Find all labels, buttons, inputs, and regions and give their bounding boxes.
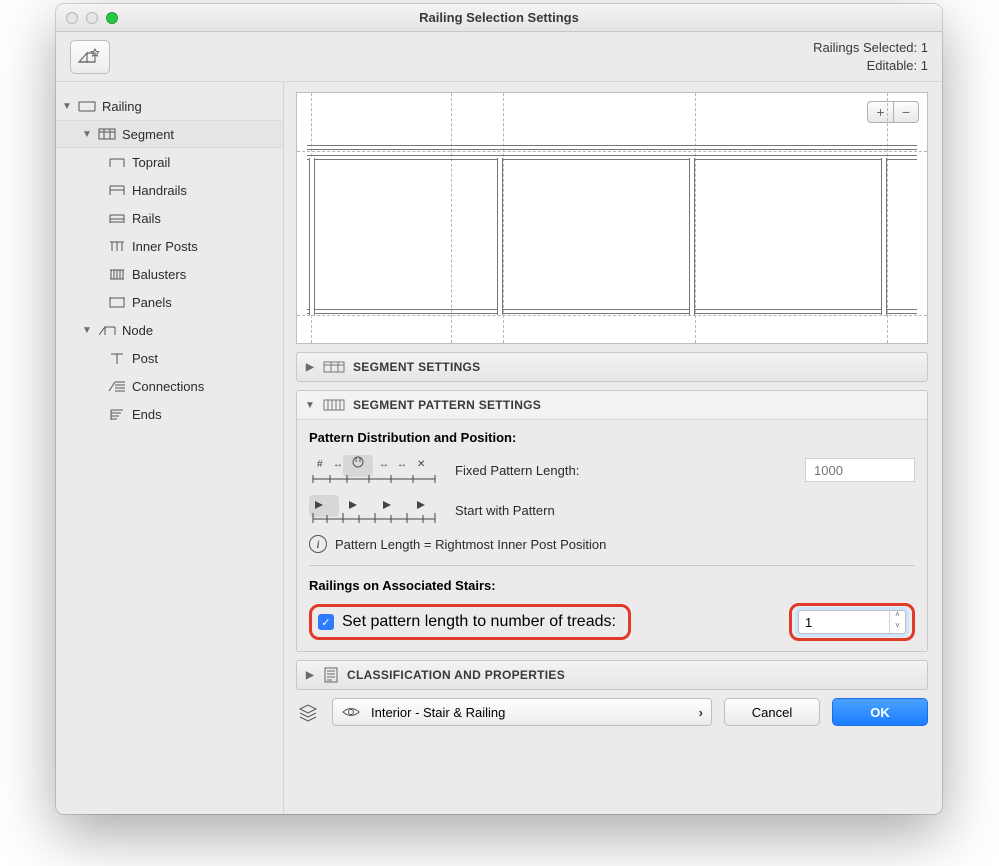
toprail-icon [106,154,128,170]
balusters-icon [106,266,128,282]
window-title: Railing Selection Settings [56,10,942,25]
dialog-window: Railing Selection Settings Railings Sele… [56,4,942,814]
main-panel: + − [284,82,942,814]
classification-icon [323,667,339,683]
svg-text:✕: ✕ [417,459,425,470]
checkbox-checked-icon: ✓ [318,614,334,630]
ok-button[interactable]: OK [832,698,928,726]
pattern-length-info-text: Pattern Length = Rightmost Inner Post Po… [335,537,606,552]
disclosure-icon: ▼ [82,325,92,336]
rails-icon [106,210,128,226]
railing-icon [76,98,98,114]
preview-zoom-buttons: + − [867,101,919,123]
tree-item-node[interactable]: ▼ Node [56,316,283,344]
fixed-pattern-length-input[interactable] [805,458,915,482]
start-with-pattern-label: Start with Pattern [455,503,915,518]
cancel-button[interactable]: Cancel [724,698,820,726]
segment-preview[interactable]: + − [296,92,928,344]
navigation-tree: ▼ Railing ▼ Segment T [56,82,284,814]
pattern-distribution-selector[interactable]: # ↔ ↔ ↔ ✕ [309,455,439,485]
segment-settings-section[interactable]: ▶ SEGMENT SETTINGS [296,352,928,382]
connections-icon [106,378,128,394]
tree-label: Railing [102,99,142,114]
svg-text:↔: ↔ [397,459,407,470]
divider [309,565,915,566]
chevron-down-icon: ▼ [305,400,315,411]
chevron-right-icon: ▶ [305,670,315,681]
tree-label: Toprail [132,155,170,170]
toolbar: Railings Selected: 1 Editable: 1 [56,32,942,82]
info-icon: i [309,535,327,553]
tree-label: Connections [132,379,204,394]
titlebar: Railing Selection Settings [56,4,942,32]
layer-combo[interactable]: Interior - Stair & Railing › [332,698,712,726]
tree-item-connections[interactable]: Connections [56,372,283,400]
classification-section[interactable]: ▶ CLASSIFICATION AND PROPERTIES [296,660,928,690]
tree-label: Rails [132,211,161,226]
section-title: CLASSIFICATION AND PROPERTIES [347,668,565,682]
assoc-stairs-label: Railings on Associated Stairs: [309,578,915,593]
tree-label: Balusters [132,267,186,282]
treads-count-input[interactable] [799,611,889,633]
panels-icon [106,294,128,310]
layers-icon [296,702,320,722]
eye-icon [341,705,361,719]
dialog-footer: Interior - Stair & Railing › Cancel OK [296,698,928,726]
tree-item-ends[interactable]: Ends [56,400,283,428]
treads-count-stepper[interactable]: ˄ ˅ [798,610,906,634]
favorites-button[interactable] [70,40,110,74]
segment-pattern-settings-header[interactable]: ▼ SEGMENT PATTERN SETTINGS [297,391,927,419]
tree-item-handrails[interactable]: Handrails [56,176,283,204]
pattern-settings-icon [323,398,345,412]
chevron-right-icon: ▶ [305,362,315,373]
svg-text:↔: ↔ [379,459,389,470]
editable-text: Editable: 1 [813,57,928,75]
zoom-out-button[interactable]: − [893,101,919,123]
tree-label: Handrails [132,183,187,198]
tree-item-rails[interactable]: Rails [56,204,283,232]
tree-label: Ends [132,407,162,422]
tree-item-railing[interactable]: ▼ Railing [56,92,283,120]
layer-name: Interior - Stair & Railing [371,705,505,720]
chevron-right-icon: › [699,705,703,720]
zoom-in-button[interactable]: + [867,101,893,123]
svg-text:↔: ↔ [333,459,343,470]
disclosure-icon: ▼ [62,101,72,112]
treads-count-highlight: ˄ ˅ [789,603,915,641]
set-pattern-length-checkbox[interactable]: ✓ Set pattern length to number of treads… [309,604,631,640]
tree-item-segment[interactable]: ▼ Segment [56,120,283,148]
ends-icon [106,406,128,422]
section-title: SEGMENT SETTINGS [353,360,480,374]
stepper-down-icon[interactable]: ˅ [890,622,905,633]
handrails-icon [106,182,128,198]
node-icon [96,322,118,338]
disclosure-icon: ▼ [82,129,92,140]
fixed-pattern-length-label: Fixed Pattern Length: [455,463,789,478]
tree-item-post[interactable]: Post [56,344,283,372]
checkbox-label: Set pattern length to number of treads: [342,613,616,631]
pattern-start-selector[interactable] [309,495,439,525]
section-title: SEGMENT PATTERN SETTINGS [353,398,541,412]
svg-text:#: # [317,459,323,470]
tree-item-inner-posts[interactable]: Inner Posts [56,232,283,260]
selection-status: Railings Selected: 1 Editable: 1 [813,39,928,74]
segment-icon [96,126,118,142]
segment-pattern-settings-section: ▼ SEGMENT PATTERN SETTINGS Pattern Distr… [296,390,928,652]
segment-settings-icon [323,360,345,374]
tree-label: Node [122,323,153,338]
tree-label: Inner Posts [132,239,198,254]
post-icon [106,350,128,366]
tree-item-balusters[interactable]: Balusters [56,260,283,288]
inner-posts-icon [106,238,128,254]
pattern-distribution-label: Pattern Distribution and Position: [309,430,915,445]
railings-selected-text: Railings Selected: 1 [813,39,928,57]
tree-label: Panels [132,295,172,310]
tree-label: Post [132,351,158,366]
tree-item-panels[interactable]: Panels [56,288,283,316]
tree-label: Segment [122,127,174,142]
tree-item-toprail[interactable]: Toprail [56,148,283,176]
